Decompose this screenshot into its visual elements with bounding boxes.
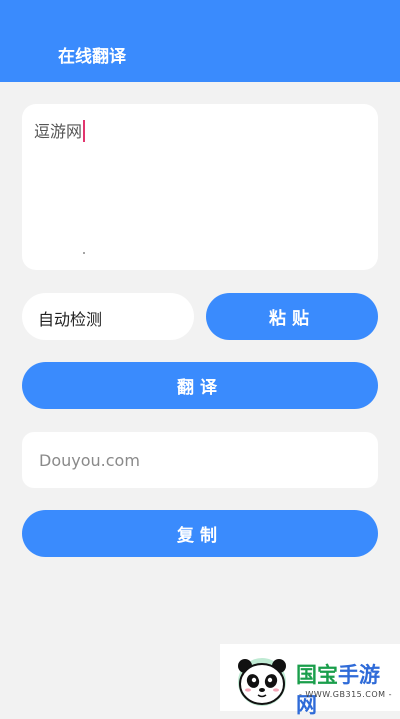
language-select-value: 自动检测 [38,310,103,329]
watermark-brand: 国宝手游网 [296,663,380,717]
paste-button[interactable]: 粘贴 [206,293,378,340]
copy-button[interactable]: 复制 [22,510,378,557]
stray-dot [83,252,85,254]
text-caret [83,120,86,142]
source-text-area[interactable]: 逗游网 [22,104,378,270]
page-title: 在线翻译 [58,47,126,67]
translate-button[interactable]: 翻译 [22,362,378,409]
app-header: 在线翻译 [0,0,400,82]
source-text-value[interactable]: 逗游网 [34,118,86,142]
watermark: 国宝手游网 - WWW.GB315.COM - [220,644,400,717]
result-text: Douyou.com [39,451,140,470]
result-field[interactable]: Douyou.com [22,432,378,488]
panda-logo-icon [238,658,286,706]
language-select[interactable]: 自动检测 [22,293,194,340]
watermark-url: - WWW.GB315.COM - [299,690,392,699]
